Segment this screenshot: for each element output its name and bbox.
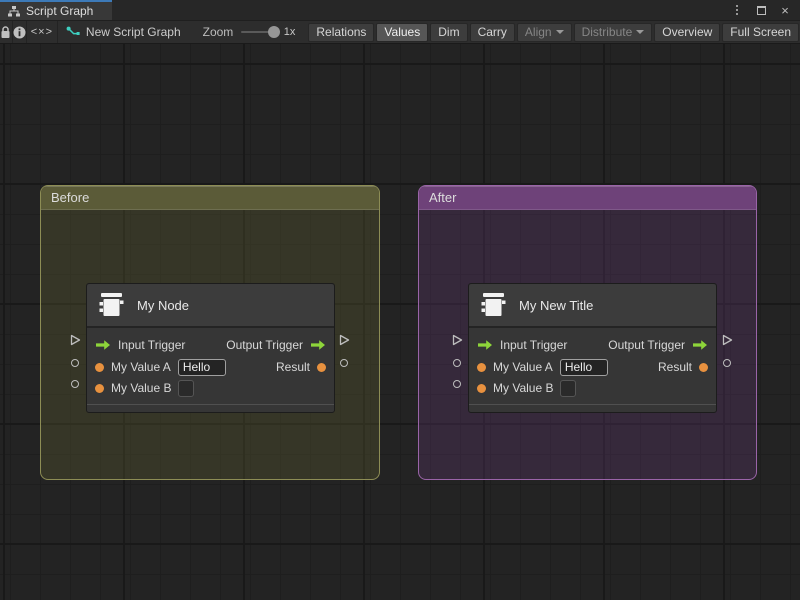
node-ports: Input Trigger Output Trigger My Value A … [87, 328, 334, 404]
window-menu-icon[interactable] [730, 3, 744, 17]
chevron-down-icon [555, 30, 564, 34]
group-before-header[interactable]: Before [41, 186, 379, 210]
tabbar-spacer: × [112, 0, 800, 20]
value-dot-icon[interactable] [317, 362, 326, 372]
zoom-slider-handle[interactable] [267, 26, 280, 38]
value-port[interactable] [338, 357, 350, 369]
value-dot-icon[interactable] [95, 362, 104, 372]
trigger-row: Input Trigger Output Trigger [469, 334, 716, 356]
value-row: My Value B [87, 378, 334, 398]
graph-canvas[interactable]: Before After My Node Input Trigger Outpu… [0, 44, 800, 600]
sitemap-icon [8, 5, 20, 17]
chevron-down-icon [636, 30, 645, 34]
value-dot-icon[interactable] [477, 362, 486, 372]
unit-icon [479, 291, 509, 319]
value-port[interactable] [451, 378, 463, 390]
value-dot-icon[interactable] [95, 383, 104, 393]
dim-button[interactable]: Dim [430, 22, 468, 42]
relations-button[interactable]: Relations [308, 22, 375, 42]
overview-button[interactable]: Overview [654, 22, 721, 42]
port-label: Input Trigger [118, 338, 186, 352]
graph-icon [66, 26, 80, 38]
value-row: My Value A Result [87, 356, 334, 378]
trigger-arrow-icon[interactable] [310, 339, 326, 351]
group-label: Before [51, 190, 90, 205]
node-footer [87, 404, 334, 412]
value-dot-icon[interactable] [477, 383, 486, 393]
node-my-new-title[interactable]: My New Title Input Trigger Output Trigge… [468, 283, 717, 413]
trigger-port[interactable] [451, 334, 463, 346]
full-screen-button[interactable]: Full Screen [722, 22, 799, 42]
node-header[interactable]: My Node [87, 284, 334, 328]
code-view-icon: <×> [30, 26, 54, 38]
tab-title: Script Graph [26, 4, 94, 18]
value-port[interactable] [69, 357, 81, 369]
info-icon [13, 26, 26, 39]
node-my-node[interactable]: My Node Input Trigger Output Trigger My … [86, 283, 335, 413]
value-port[interactable] [451, 357, 463, 369]
node-footer [469, 404, 716, 412]
window-close-icon[interactable]: × [778, 3, 792, 17]
port-label: Output Trigger [608, 338, 685, 352]
port-label: Input Trigger [500, 338, 568, 352]
trigger-port[interactable] [721, 334, 733, 346]
group-label: After [429, 190, 457, 205]
value-port[interactable] [69, 378, 81, 390]
zoom-label: Zoom [202, 25, 234, 39]
lock-button[interactable] [0, 21, 13, 43]
node-title: My New Title [519, 297, 594, 313]
value-port[interactable] [721, 357, 733, 369]
port-label: My Value B [111, 381, 172, 395]
graph-name: New Script Graph [85, 25, 181, 39]
node-header[interactable]: My New Title [469, 284, 716, 328]
value-a-input[interactable] [177, 358, 226, 376]
align-button[interactable]: Align [516, 22, 572, 42]
window-maximize-icon[interactable] [754, 3, 768, 17]
node-ports: Input Trigger Output Trigger My Value A … [469, 328, 716, 404]
group-after-header[interactable]: After [419, 186, 756, 210]
unit-icon [97, 291, 127, 319]
value-row: My Value A Result [469, 356, 716, 378]
carry-button[interactable]: Carry [469, 22, 515, 42]
trigger-arrow-icon[interactable] [477, 339, 493, 351]
trigger-port[interactable] [338, 334, 350, 346]
value-b-input[interactable] [178, 379, 195, 397]
trigger-arrow-icon[interactable] [692, 339, 708, 351]
values-button[interactable]: Values [376, 22, 429, 42]
port-label: Result [657, 360, 692, 374]
lock-icon [0, 25, 11, 39]
graph-name-area[interactable]: New Script Graph [58, 25, 189, 39]
port-label: Output Trigger [226, 338, 303, 352]
trigger-row: Input Trigger Output Trigger [87, 334, 334, 356]
tab-bar: Script Graph × [0, 0, 800, 20]
zoom-value: 1x [283, 26, 296, 38]
port-label: My Value A [493, 360, 553, 374]
port-label: Result [275, 360, 310, 374]
value-a-input[interactable] [559, 358, 608, 376]
value-row: My Value B [469, 378, 716, 398]
zoom-slider[interactable] [241, 26, 280, 38]
code-view-button[interactable]: <×> [27, 21, 58, 43]
info-button[interactable] [13, 21, 27, 43]
tab-script-graph[interactable]: Script Graph [0, 0, 112, 20]
value-dot-icon[interactable] [699, 362, 708, 372]
trigger-port[interactable] [69, 334, 81, 346]
node-title: My Node [137, 297, 190, 313]
trigger-arrow-icon[interactable] [95, 339, 111, 351]
value-b-input[interactable] [560, 379, 577, 397]
graph-toolbar: <×> New Script Graph Zoom 1x Relations V… [0, 20, 800, 44]
distribute-button[interactable]: Distribute [573, 22, 653, 42]
port-label: My Value B [493, 381, 554, 395]
port-label: My Value A [111, 360, 171, 374]
